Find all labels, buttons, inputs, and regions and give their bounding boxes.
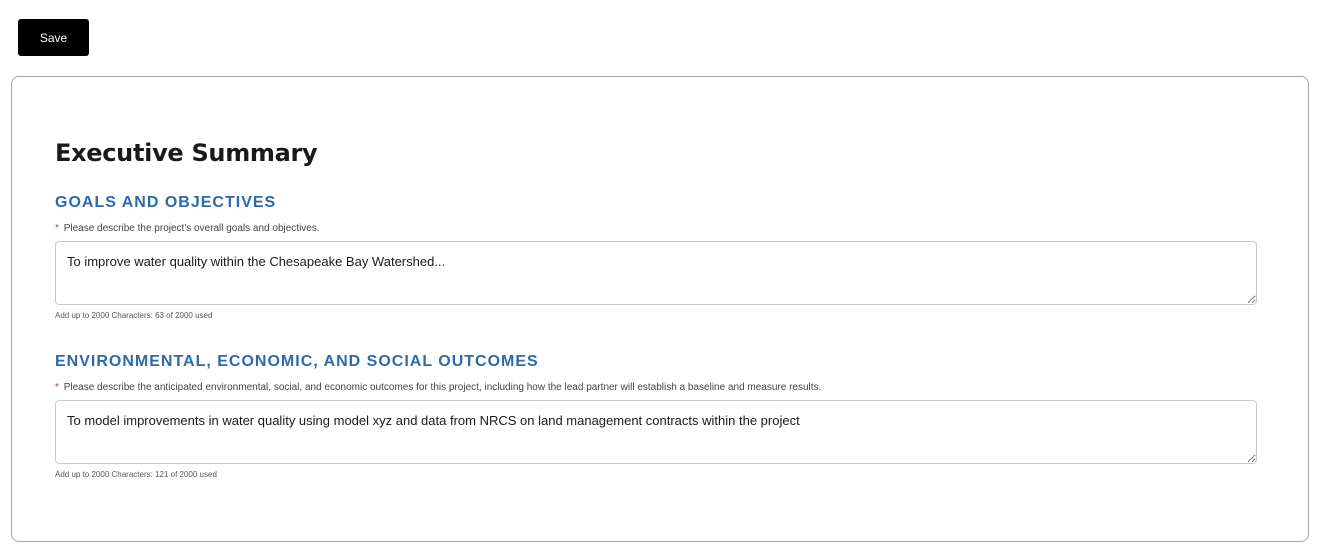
goals-character-counter: Add up to 2000 Characters: 63 of 2000 us… (55, 311, 213, 320)
outcomes-question-label: Please describe the anticipated environm… (63, 382, 822, 393)
goals-question: * Please describe the project's overall … (55, 223, 1257, 235)
save-button[interactable]: Save (18, 19, 89, 56)
required-marker: * (55, 382, 59, 393)
section-heading-goals: GOALS AND OBJECTIVES (55, 194, 277, 211)
outcomes-textarea[interactable]: To model improvements in water quality u… (55, 400, 1257, 464)
goals-objectives-section: GOALS AND OBJECTIVES * Please describe t… (55, 194, 1257, 321)
outcomes-question: * Please describe the anticipated enviro… (55, 382, 1257, 394)
page-title: Executive Summary (55, 139, 318, 167)
section-heading-outcomes: ENVIRONMENTAL, ECONOMIC, AND SOCIAL OUTC… (55, 353, 539, 370)
outcomes-section: ENVIRONMENTAL, ECONOMIC, AND SOCIAL OUTC… (55, 353, 1257, 480)
executive-summary-card: Executive Summary GOALS AND OBJECTIVES *… (11, 76, 1309, 542)
required-marker: * (55, 223, 59, 234)
outcomes-character-counter: Add up to 2000 Characters: 121 of 2000 u… (55, 470, 217, 479)
goals-question-label: Please describe the project's overall go… (63, 223, 320, 234)
goals-textarea[interactable]: To improve water quality within the Ches… (55, 241, 1257, 305)
